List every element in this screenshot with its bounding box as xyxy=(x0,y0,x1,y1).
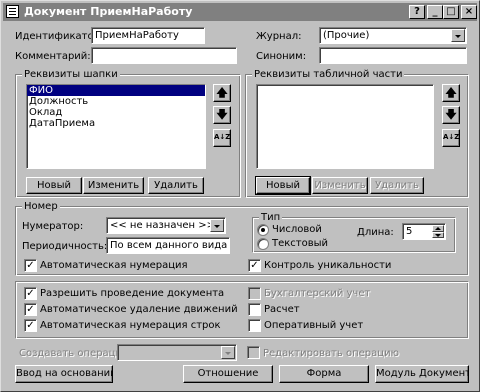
header-edit-button[interactable]: Изменить xyxy=(83,177,144,194)
identifier-field[interactable]: ПриемНаРаботу xyxy=(91,27,205,44)
numerator-select[interactable]: << не назначен >> xyxy=(106,217,226,234)
allow-posting-checkbox[interactable]: ✓ xyxy=(24,287,37,300)
document-window: Документ ПриемНаРаботу ? _ □ × Идентифик… xyxy=(0,0,480,392)
number-title: Номер xyxy=(22,200,60,213)
create-operation-label: Создавать операции: xyxy=(19,348,132,359)
comment-label: Комментарий: xyxy=(15,51,91,62)
auto-delete-movements-label: Автоматическое удаление движений xyxy=(40,304,238,315)
edit-operation-checkbox[interactable] xyxy=(247,346,260,359)
uniqueness-checkbox[interactable]: ✓ xyxy=(248,259,261,272)
list-item[interactable]: ФИО xyxy=(27,85,205,96)
journals-button[interactable]: Отношение xyxy=(183,365,273,383)
journal-select[interactable]: (Прочие) xyxy=(319,27,467,44)
spin-down-icon[interactable] xyxy=(432,231,444,238)
based-on-button[interactable]: Ввод на основании... xyxy=(15,365,113,383)
list-item[interactable]: Оклад xyxy=(27,107,205,118)
sort-az-icon: A↓Z xyxy=(214,133,231,141)
numerator-label: Нумератор: xyxy=(22,221,84,232)
table-new-button[interactable]: Новый xyxy=(255,176,311,195)
move-down-button[interactable]: 🡇 xyxy=(213,106,231,124)
numeric-label: Числовой xyxy=(272,224,322,235)
move-up-button[interactable]: 🡅 xyxy=(213,84,231,102)
maximize-button[interactable]: □ xyxy=(443,5,459,19)
length-field[interactable]: 5 xyxy=(402,223,446,240)
edit-operation-label: Редактировать операцию xyxy=(263,348,399,359)
header-new-button[interactable]: Новый xyxy=(26,177,82,194)
arrow-down-icon: 🡇 xyxy=(445,108,457,121)
type-group: Тип Числовой Текстовый Длина: 5 xyxy=(252,211,456,253)
periodicity-select[interactable]: По всем данного вида xyxy=(106,237,230,254)
journal-value: (Прочие) xyxy=(323,30,370,41)
title-bar: Документ ПриемНаРаботу ? _ □ × xyxy=(3,3,477,21)
chevron-down-icon[interactable] xyxy=(451,29,465,42)
create-operation-select[interactable] xyxy=(117,344,237,361)
help-button[interactable]: ? xyxy=(409,5,425,19)
accounting-checkbox[interactable] xyxy=(248,287,261,300)
header-attrs-group: Реквизиты шапки ФИО Должность Оклад Дата… xyxy=(15,68,241,198)
numeric-radio[interactable] xyxy=(257,224,269,236)
table-move-down-button[interactable]: 🡇 xyxy=(442,106,460,124)
auto-numbering-label: Автоматическая нумерация xyxy=(40,260,188,271)
text-radio[interactable] xyxy=(257,238,269,250)
synonym-label: Синоним: xyxy=(256,51,307,62)
allow-posting-label: Разрешить проведение документа xyxy=(40,288,225,299)
table-edit-button[interactable]: Изменить xyxy=(312,177,368,194)
sort-az-icon: A↓Z xyxy=(443,133,460,141)
table-attrs-group: Реквизиты табличной части 🡅 🡇 A↓Z Новый … xyxy=(245,68,469,198)
table-delete-button[interactable]: Удалить xyxy=(370,177,424,194)
operational-checkbox[interactable] xyxy=(248,319,261,332)
calculation-checkbox[interactable] xyxy=(248,303,261,316)
numerator-value: << не назначен >> xyxy=(110,220,215,231)
chevron-down-icon[interactable] xyxy=(210,219,224,232)
window-title: Документ ПриемНаРаботу xyxy=(24,5,193,18)
table-attrs-title: Реквизиты табличной части xyxy=(252,68,405,81)
chevron-down-icon[interactable] xyxy=(221,346,235,359)
close-button[interactable]: × xyxy=(461,5,477,19)
header-delete-button[interactable]: Удалить xyxy=(148,177,204,194)
form-button[interactable]: Форма xyxy=(279,365,369,383)
list-item[interactable]: Должность xyxy=(27,96,205,107)
length-label: Длина: xyxy=(357,227,394,238)
text-label: Текстовый xyxy=(272,238,329,249)
options-group: ✓ Разрешить проведение документа ✓ Автом… xyxy=(15,281,469,339)
auto-row-numbering-label: Автоматическая нумерация строк xyxy=(40,320,221,331)
uniqueness-label: Контроль уникальности xyxy=(264,260,392,271)
arrow-up-icon: 🡅 xyxy=(445,86,457,99)
sort-button[interactable]: A↓Z xyxy=(213,129,231,147)
periodicity-label: Периодичность: xyxy=(22,241,108,252)
auto-numbering-checkbox[interactable]: ✓ xyxy=(24,259,37,272)
document-icon xyxy=(6,5,19,18)
header-attrs-list[interactable]: ФИО Должность Оклад ДатаПриема xyxy=(26,84,206,169)
length-spinner[interactable] xyxy=(432,225,444,238)
calculation-label: Расчет xyxy=(264,304,300,315)
operational-label: Оперативный учет xyxy=(264,320,364,331)
table-move-up-button[interactable]: 🡅 xyxy=(442,84,460,102)
arrow-up-icon: 🡅 xyxy=(216,86,228,99)
header-attrs-title: Реквизиты шапки xyxy=(22,68,120,81)
minimize-button[interactable]: _ xyxy=(427,5,443,19)
auto-row-numbering-checkbox[interactable]: ✓ xyxy=(24,319,37,332)
comment-field[interactable] xyxy=(91,47,237,64)
length-value: 5 xyxy=(406,226,413,237)
periodicity-value: По всем данного вида xyxy=(110,240,228,251)
table-sort-button[interactable]: A↓Z xyxy=(442,129,460,147)
list-item[interactable]: ДатаПриема xyxy=(27,118,205,129)
synonym-field[interactable] xyxy=(319,47,467,64)
table-attrs-list[interactable] xyxy=(256,84,434,169)
journal-label: Журнал: xyxy=(256,31,302,42)
arrow-down-icon: 🡇 xyxy=(216,108,228,121)
module-button[interactable]: Модуль Документа xyxy=(375,365,469,383)
auto-delete-movements-checkbox[interactable]: ✓ xyxy=(24,303,37,316)
accounting-label: Бухгалтерский учет xyxy=(264,288,371,299)
